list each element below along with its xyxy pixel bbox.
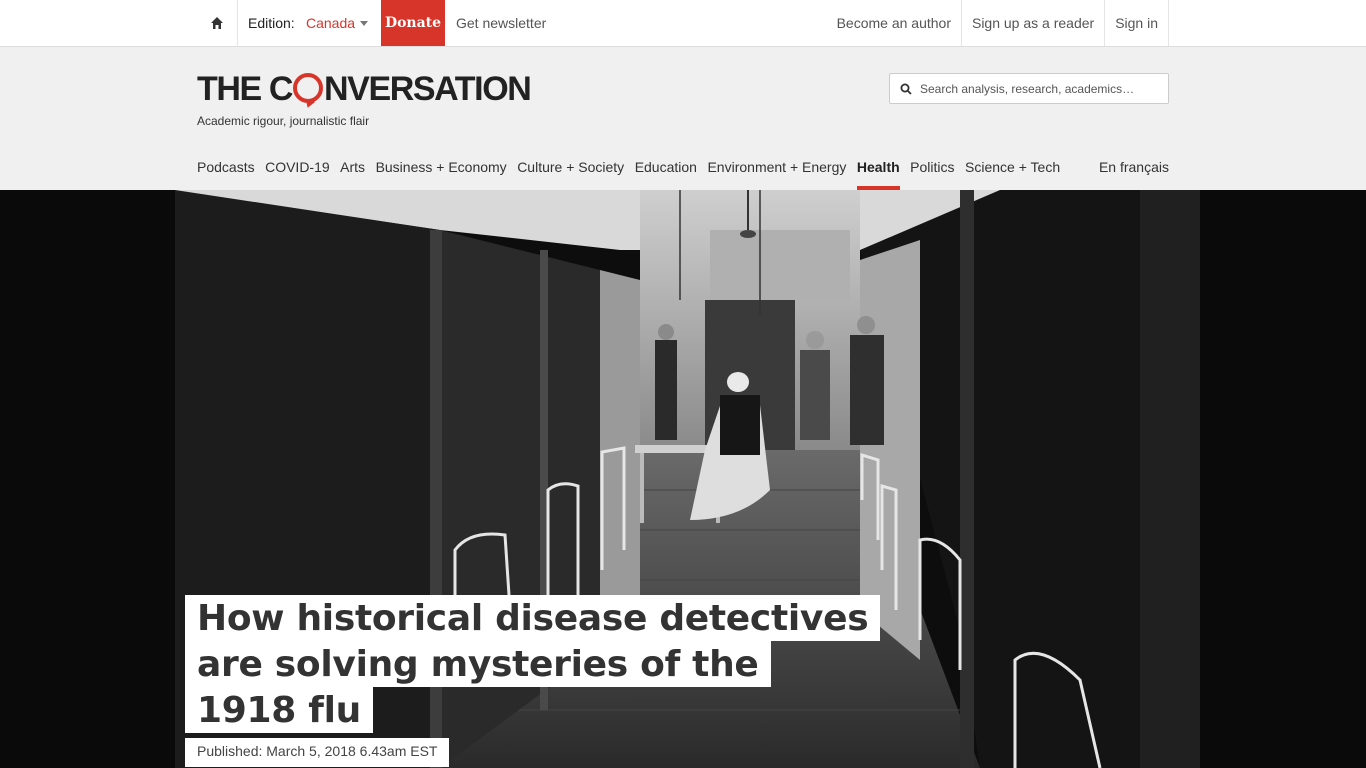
sign-up-link[interactable]: Sign up as a reader [960,0,1104,46]
nav-item-science-tech[interactable]: Science + Tech [965,155,1060,190]
speech-bubble-icon [293,73,324,103]
article-title: How historical disease detectives are so… [185,595,885,733]
search-input[interactable] [918,80,1162,97]
account-links: Become an author Sign up as a reader Sig… [827,0,1169,46]
nav-item-education[interactable]: Education [635,155,697,190]
newsletter-link[interactable]: Get newsletter [456,15,546,31]
search-icon [900,83,912,95]
nav-item-arts[interactable]: Arts [340,155,365,190]
search-box [889,73,1169,104]
logo-text-end: NVERSATION [324,70,532,108]
home-icon [211,17,223,29]
top-bar: Edition: Canada Donate Get newsletter Be… [0,0,1366,47]
become-author-link[interactable]: Become an author [827,0,961,46]
section-nav: Podcasts COVID-19 Arts Business + Econom… [197,155,1071,190]
home-button[interactable] [197,0,238,46]
logo-text-start: THE C [197,70,293,108]
edition-selector[interactable]: Canada [306,15,355,31]
article-title-line: are solving mysteries of the [185,641,771,687]
donate-button[interactable]: Donate [381,0,445,46]
nav-item-podcasts[interactable]: Podcasts [197,155,255,190]
article-title-line: 1918 flu [185,687,373,733]
site-logo[interactable]: THE C NVERSATION [197,69,532,109]
nav-item-business-economy[interactable]: Business + Economy [376,155,507,190]
published-date: Published: March 5, 2018 6.43am EST [185,738,450,767]
sign-in-link[interactable]: Sign in [1104,0,1169,46]
article-title-line: How historical disease detectives [185,595,881,641]
nav-item-health[interactable]: Health [856,155,900,190]
nav-item-covid-19[interactable]: COVID-19 [265,155,330,190]
edition-label: Edition: [248,15,295,31]
site-header: THE C NVERSATION Academic rigour, journal… [0,47,1366,190]
tagline: Academic rigour, journalistic flair [197,114,370,128]
nav-item-culture-society[interactable]: Culture + Society [517,155,624,190]
french-edition-link[interactable]: En français [1099,155,1169,179]
caret-down-icon[interactable] [360,21,368,26]
nav-item-politics[interactable]: Politics [910,155,954,190]
nav-item-environment-energy[interactable]: Environment + Energy [707,155,846,190]
